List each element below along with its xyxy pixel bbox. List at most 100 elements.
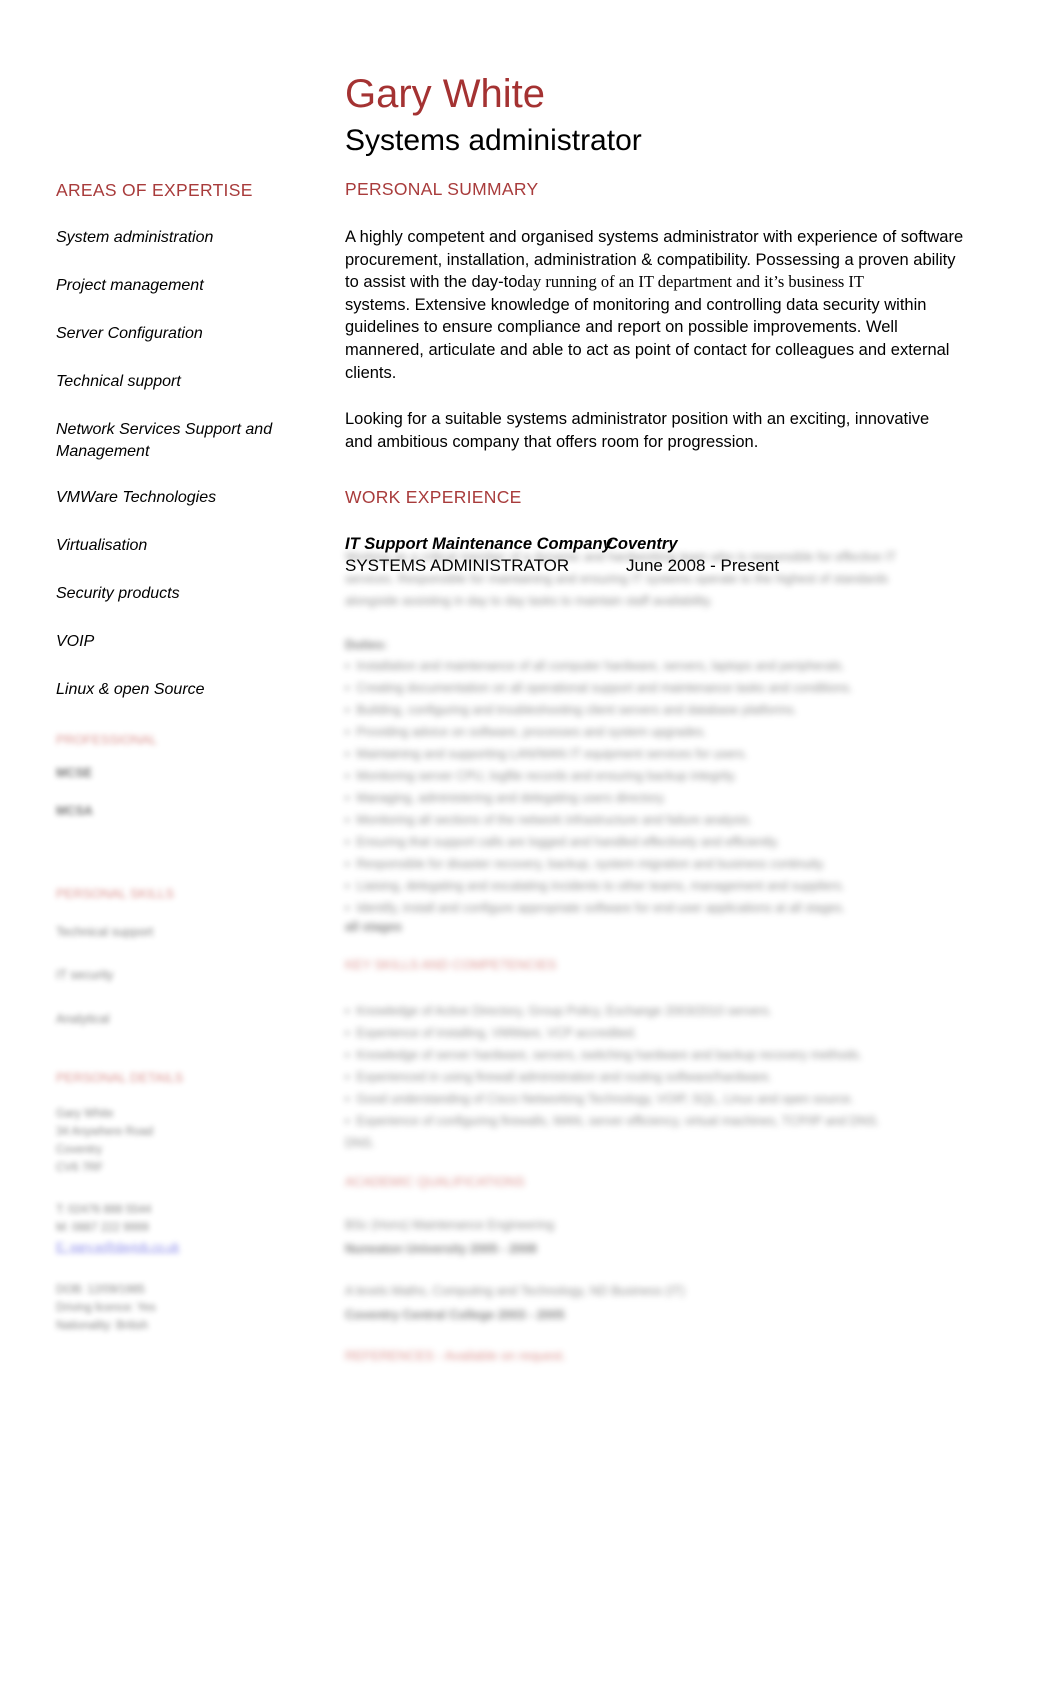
summary-text: clients. <box>345 363 397 382</box>
redacted-bullet: ▪ Good understanding of Cisco Networking… <box>345 1090 854 1109</box>
bullet-text: Providing advice on software, processes … <box>356 725 707 739</box>
expertise-item: System administration <box>56 229 214 246</box>
bullet-text: Ensuring that support calls are logged a… <box>356 835 780 849</box>
summary-text-serif: day running of an IT department and it’s… <box>517 272 865 292</box>
redacted-bullet: ▪ Liaising, delegating and escalating in… <box>345 877 845 896</box>
redacted-bullet: ▪ Monitoring server CPU, logfile records… <box>345 767 737 786</box>
redacted-detail-line: Gary White <box>56 1108 114 1120</box>
summary-text: A highly competent and organised systems… <box>345 228 964 246</box>
expertise-item: Server Configuration <box>56 325 203 343</box>
candidate-job-title: Systems administrator <box>345 124 642 157</box>
redacted-bullet-continuation: all stages <box>345 920 402 934</box>
bullet-text: Managing, administering and delegating u… <box>356 791 667 805</box>
redacted-sidebar-line: Analytical <box>56 1012 110 1026</box>
bullet-marker: ▪ <box>345 1026 357 1040</box>
redacted-detail-line: CV6 7RF <box>56 1162 104 1174</box>
summary-text: mannered, articulate and able to act as … <box>345 340 950 359</box>
summary-text: systems. Extensive knowledge of monitori… <box>345 295 927 314</box>
summary-text: guidelines to ensure compliance and repo… <box>345 318 898 337</box>
redacted-bullet: ▪ Knowledge of server hardware, servers,… <box>345 1046 862 1065</box>
summary-line: A highly competent and organised systems… <box>345 226 1062 249</box>
areas-of-expertise-heading: AREAS OF EXPERTISE <box>56 180 253 200</box>
redacted-sidebar-line: IT security <box>56 968 114 982</box>
summary-line: guidelines to ensure compliance and repo… <box>345 316 1062 339</box>
bullet-text: Experience of installing, VMWare, VCP ac… <box>356 1026 638 1040</box>
bullet-text: Identify, install and configure appropri… <box>356 901 846 915</box>
redacted-bullet: ▪ Experienced in using firewall administ… <box>345 1068 772 1087</box>
redacted-bullet: ▪ Monitoring all sections of the network… <box>345 811 752 830</box>
redacted-bullet: ▪ Managing, administering and delegating… <box>345 789 666 808</box>
summary-line: systems. Extensive knowledge of monitori… <box>345 294 1062 317</box>
bullet-text: Creating documentation on all operationa… <box>356 681 853 695</box>
bullet-marker: ▪ <box>345 747 357 761</box>
summary-line: to assist with the day-today running of … <box>345 271 1062 294</box>
bullet-marker: ▪ <box>345 813 357 827</box>
redacted-detail-line: Coventry <box>56 1144 103 1156</box>
bullet-text: Maintaining and supporting LAN/WAN IT eq… <box>356 747 748 761</box>
redacted-experience-paragraph: alongside assisting in day to day tasks … <box>345 594 713 608</box>
summary-text: to assist with the day-to <box>345 273 518 292</box>
redacted-education-line: A levels Maths, Computing and Technology… <box>345 1284 685 1298</box>
cv-page: AREAS OF EXPERTISE System administration… <box>0 0 1062 1689</box>
redacted-bullet: ▪ Responsible for disaster recovery, bac… <box>345 855 826 874</box>
redacted-bullet: ▪ Providing advice on software, processe… <box>345 723 707 742</box>
redacted-sidebar-line: MCSE <box>56 766 93 780</box>
bullet-text: Experience of configuring firewalls, WAN… <box>356 1114 880 1128</box>
bullet-text: Responsible for disaster recovery, backu… <box>356 857 826 871</box>
redacted-email-link[interactable]: E: gary.w@dayjob.co.uk <box>56 1240 179 1257</box>
bullet-marker: ▪ <box>345 703 357 717</box>
expertise-item: Linux & open Source <box>56 681 205 699</box>
expertise-item: Project management <box>56 277 204 295</box>
redacted-bullet: ▪ Installation and maintenance of all co… <box>345 657 845 676</box>
bullet-marker: ▪ <box>345 791 357 805</box>
main-content: Gary White Systems administrator PERSONA… <box>345 72 1062 578</box>
work-experience-heading: WORK EXPERIENCE <box>345 487 522 508</box>
bullet-marker: ▪ <box>345 1048 357 1062</box>
bullet-marker: ▪ <box>345 681 357 695</box>
expertise-item: Network Services Support and Management <box>56 421 273 460</box>
redacted-experience-paragraph: Working as a critical member of a dynami… <box>345 550 897 564</box>
redacted-sidebar-line: Technical support <box>56 925 154 939</box>
redacted-experience-paragraph: services. Responsible for maintaining an… <box>345 572 889 586</box>
bullet-text: Monitoring server CPU, logfile records a… <box>356 769 737 783</box>
redacted-bullet: ▪ Experience of configuring firewalls, W… <box>345 1112 880 1131</box>
redacted-education-line: BSc (Hons) Maintenance Engineering <box>345 1218 555 1232</box>
bullet-text: Knowledge of server hardware, servers, s… <box>356 1048 863 1062</box>
redacted-duties-label: Duties: <box>345 638 388 652</box>
redacted-education-line: Nuneaton University 2005 - 2008 <box>345 1242 537 1256</box>
redacted-sidebar-heading-skills: PERSONAL SKILLS <box>56 886 175 901</box>
redacted-bullet: ▪ Identify, install and configure approp… <box>345 899 845 918</box>
redacted-detail-line: M: 0887 222 9999 <box>56 1222 149 1234</box>
summary-line: procurement, installation, administratio… <box>345 249 1062 272</box>
bullet-marker: ▪ <box>345 1004 357 1018</box>
summary-line: mannered, articulate and able to act as … <box>345 339 1062 362</box>
bullet-marker: ▪ <box>345 857 357 871</box>
bullet-text: Monitoring all sections of the network i… <box>356 813 753 827</box>
redacted-academic-heading: ACADEMIC QUALIFICATIONS <box>345 1174 525 1189</box>
redacted-bullet: ▪ Knowledge of Active Directory, Group P… <box>345 1002 772 1021</box>
sidebar: AREAS OF EXPERTISE System administration… <box>56 180 308 727</box>
bullet-marker: ▪ <box>345 901 357 915</box>
expertise-item: Security products <box>56 584 180 602</box>
expertise-item: VMWare Technologies <box>56 488 217 506</box>
redacted-detail-line: T: 02476 888 5544 <box>56 1204 152 1216</box>
redacted-bullet: ▪ Experience of installing, VMWare, VCP … <box>345 1024 637 1043</box>
summary-text: procurement, installation, administratio… <box>345 250 956 269</box>
redacted-bullet: ▪ Building, configuring and troubleshoot… <box>345 701 797 720</box>
bullet-marker: ▪ <box>345 659 357 673</box>
bullet-text: Liaising, delegating and escalating inci… <box>356 879 845 893</box>
expertise-item: Virtualisation <box>56 536 148 554</box>
expertise-item: Technical support <box>56 373 181 391</box>
bullet-marker: ▪ <box>345 769 357 783</box>
bullet-text: Experienced in using firewall administra… <box>356 1070 772 1084</box>
redacted-sidebar-line: MCSA <box>56 804 93 818</box>
redacted-bullet: ▪ Creating documentation on all operatio… <box>345 679 853 698</box>
bullet-text: Installation and maintenance of all comp… <box>356 659 845 673</box>
redacted-bullet-continuation: DNS. <box>345 1136 375 1150</box>
expertise-item: VOIP <box>56 632 95 650</box>
bullet-text: Knowledge of Active Directory, Group Pol… <box>356 1004 773 1018</box>
bullet-text: Good understanding of Cisco Networking T… <box>356 1092 854 1106</box>
personal-summary-paragraph: A highly competent and organised systems… <box>345 226 1062 384</box>
redacted-detail-line: Driving licence: Yes <box>56 1302 156 1314</box>
objective-line: and ambitious company that offers room f… <box>345 432 759 451</box>
